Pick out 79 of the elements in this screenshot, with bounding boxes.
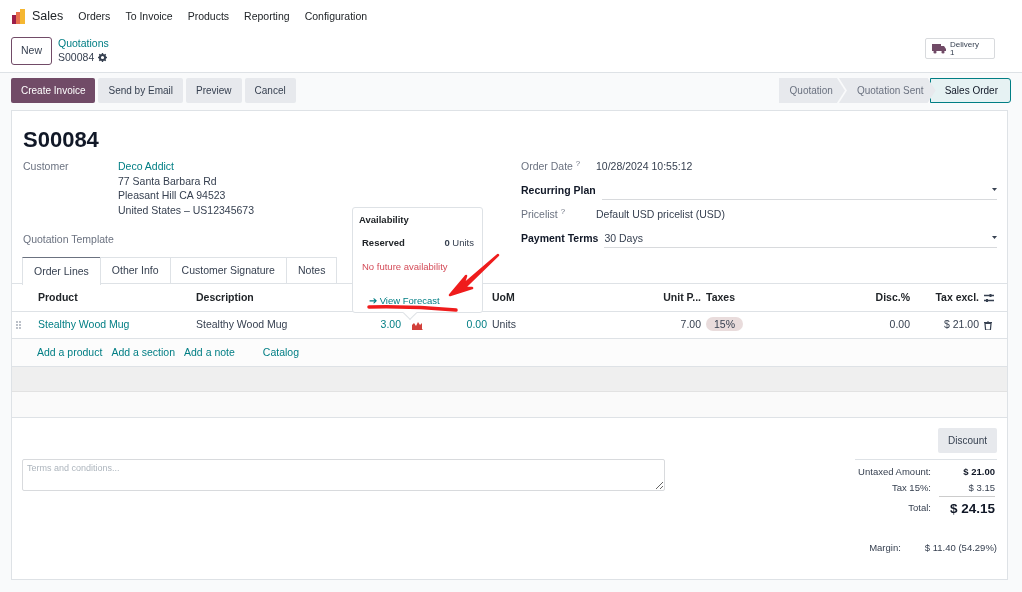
column-header[interactable]: Description — [191, 289, 351, 306]
product-link[interactable]: Stealthy Wood Mug — [38, 317, 191, 333]
menu-item[interactable]: Reporting — [244, 8, 290, 25]
margin-label: Margin: — [869, 540, 901, 555]
total-label: Untaxed Amount: — [857, 465, 931, 479]
table-cell-text: 0.00 — [888, 317, 910, 333]
tab[interactable]: Order Lines — [22, 257, 101, 285]
action-button[interactable]: Send by Email — [98, 78, 183, 103]
column-header[interactable]: UoM — [487, 289, 557, 306]
app-name[interactable]: Sales — [32, 7, 64, 26]
caret-icon — [992, 188, 997, 191]
total-value: $ 21.00 — [962, 465, 995, 479]
tax-tag: 15% — [706, 317, 743, 332]
total-label: Total: — [907, 500, 931, 515]
truck-icon — [932, 43, 946, 54]
status-step[interactable]: Quotation Sent — [838, 78, 936, 103]
record-title: S00084 — [22, 126, 100, 154]
status-step[interactable]: Quotation — [778, 78, 845, 103]
field-label: Customer — [23, 159, 70, 174]
primary-button[interactable]: Create Invoice — [11, 78, 96, 103]
column-header[interactable]: Tax excl. — [910, 289, 979, 306]
menu-item[interactable]: Orders — [78, 8, 111, 25]
record-name: S00084 — [58, 50, 95, 64]
address-line: Pleasant Hill CA 94523 — [118, 188, 227, 204]
tab[interactable]: Notes — [285, 257, 338, 283]
select-field[interactable]: 30 Days — [604, 231, 997, 248]
gear-icon — [98, 52, 108, 62]
menu-item[interactable]: Configuration — [304, 8, 368, 25]
new-button[interactable]: New — [11, 37, 52, 65]
column-header[interactable]: Disc.% — [821, 289, 910, 306]
column-header[interactable]: Taxes — [701, 289, 821, 306]
column-header[interactable]: Product — [38, 289, 191, 306]
table-cell-text: 7.00 — [679, 317, 701, 333]
action-button[interactable]: Preview — [185, 78, 242, 103]
field-label: Order Date $^{?}$ — [521, 159, 582, 174]
table-cell-text: Stealthy Wood Mug — [195, 317, 289, 333]
delivery-button[interactable]: Delivery 1 — [925, 38, 995, 59]
add-line-link[interactable]: Catalog — [262, 344, 300, 361]
address-line: 77 Santa Barbara Rd — [118, 173, 218, 189]
field-label: Recurring Plan — [521, 183, 597, 198]
notes-field[interactable]: Terms and conditions... — [22, 459, 665, 491]
availability-message: No future availability — [362, 260, 449, 274]
quantity-cell-text: 3.00 — [379, 317, 401, 333]
forecast-chart-icon — [412, 320, 423, 330]
caret-icon — [992, 236, 997, 239]
action-button[interactable]: Cancel — [244, 78, 296, 103]
add-line-link[interactable]: Add a product — [37, 344, 103, 361]
margin-value: $ 11.40 (54.29%) — [924, 540, 997, 555]
field-value: Default USD pricelist (USD) — [596, 207, 726, 222]
discount-button[interactable]: Discount — [938, 428, 997, 453]
field-value: 10/28/2024 10:55:12 — [596, 159, 694, 174]
app-logo-icon — [11, 9, 25, 24]
reserved-quantity: 0 Units — [444, 236, 474, 250]
customer-link[interactable]: Deco Addict — [118, 159, 254, 174]
field-label: Quotation Template — [23, 231, 115, 247]
invoiced-cell-text: 0.00 — [465, 317, 487, 333]
breadcrumb-link[interactable]: Quotations — [58, 36, 109, 50]
trash-icon — [984, 320, 992, 330]
delivery-label: Delivery — [950, 40, 979, 49]
table-cell-text: Units — [491, 317, 517, 333]
settings-icon — [984, 292, 994, 303]
total-value: $ 24.15 — [948, 499, 995, 518]
menu-item[interactable]: Products — [187, 8, 230, 25]
field-label: Payment Terms — [521, 231, 600, 246]
total-label: Tax 15%: — [890, 481, 931, 496]
reserved-label: Reserved — [362, 236, 405, 250]
column-header[interactable]: Unit P... — [557, 289, 701, 306]
view-forecast-link[interactable]: ➔ View Forecast — [369, 294, 440, 308]
add-line-link[interactable]: Add a section — [111, 344, 176, 361]
popover-title: Availability — [359, 213, 410, 227]
total-value: $ 3.15 — [939, 481, 995, 497]
status-step[interactable]: Sales Order — [929, 78, 1011, 103]
field-label: Pricelist $^{?}$ — [521, 207, 567, 222]
table-cell-text: $ 21.00 — [942, 317, 979, 333]
drag-handle-icon — [16, 321, 21, 329]
address-line: United States – US12345673 — [118, 203, 254, 218]
delivery-count: 1 — [950, 48, 955, 57]
add-line-link[interactable]: Add a note — [184, 344, 235, 361]
menu-item[interactable]: To Invoice — [125, 8, 173, 25]
